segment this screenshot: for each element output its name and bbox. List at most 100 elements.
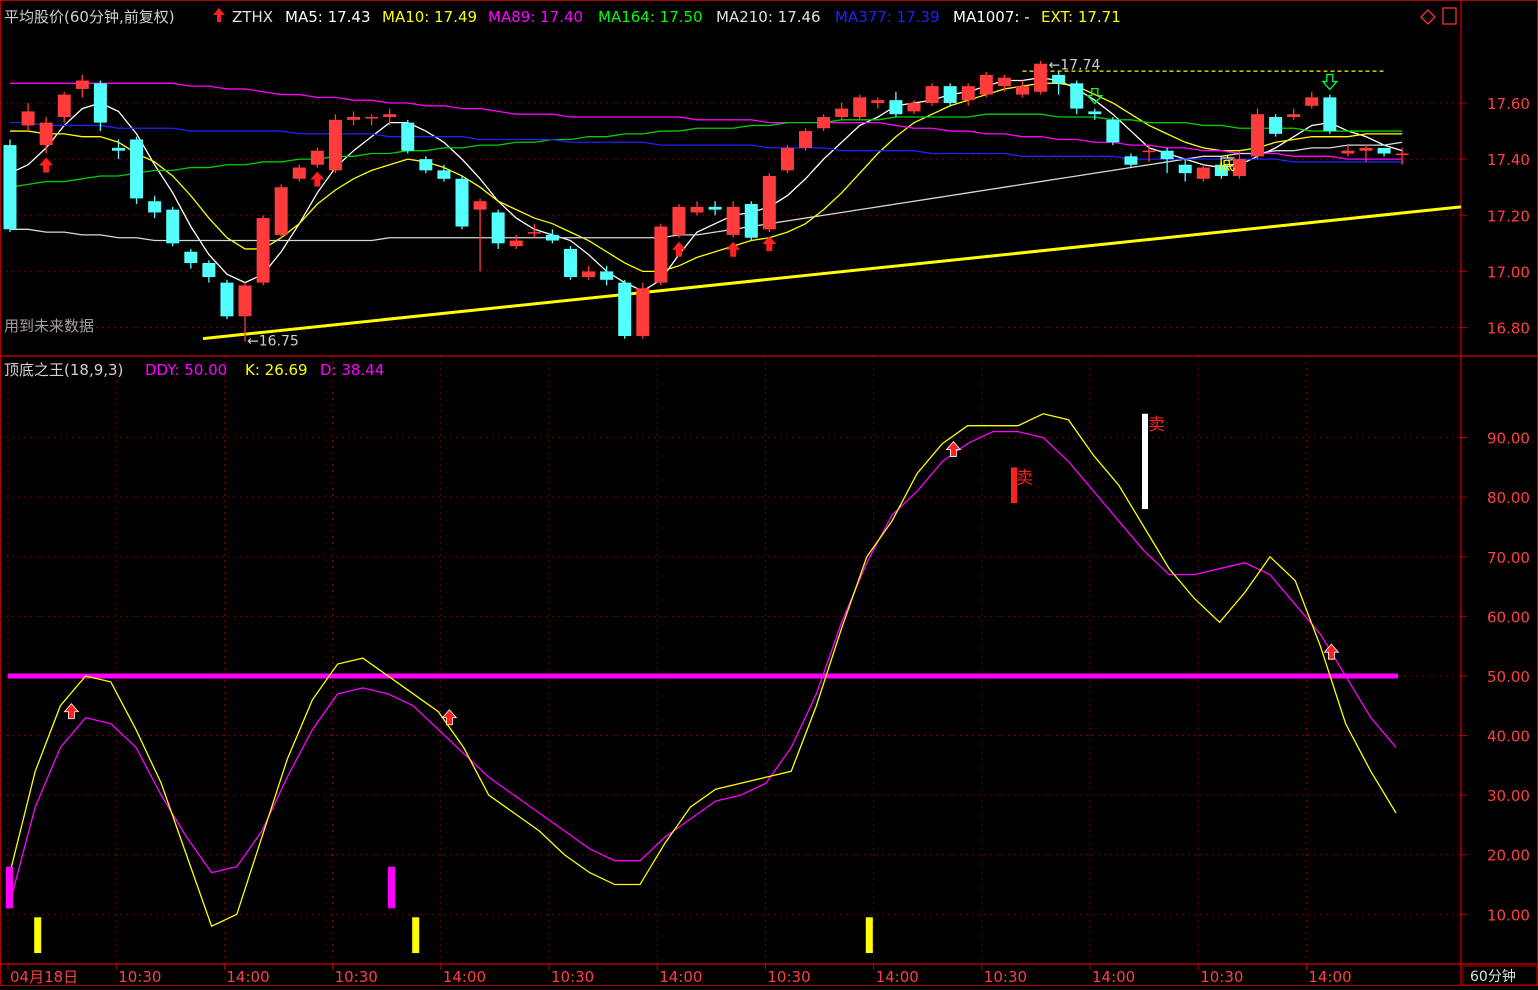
x-tick-label: 14:00 bbox=[226, 968, 269, 986]
x-tick-label: 14:00 bbox=[443, 968, 486, 986]
sub-y-tick-label: 70.00 bbox=[1487, 549, 1530, 567]
ma210-value: MA210: 17.46 bbox=[716, 8, 821, 26]
x-tick-label: 14:00 bbox=[1092, 968, 1135, 986]
candle-body bbox=[1196, 167, 1210, 179]
candle-body bbox=[527, 232, 541, 234]
candle-body bbox=[21, 111, 35, 126]
sub-y-tick-label: 50.00 bbox=[1487, 668, 1530, 686]
candle-body bbox=[563, 248, 577, 278]
candle-body bbox=[365, 117, 379, 119]
candle-body bbox=[491, 212, 505, 244]
ma1007-value: MA1007: - bbox=[953, 8, 1030, 26]
candle-body bbox=[1287, 114, 1301, 118]
candle-body bbox=[1269, 117, 1283, 134]
ma10-value: MA10: 17.49 bbox=[382, 8, 477, 26]
sub-y-tick-label: 40.00 bbox=[1487, 728, 1530, 746]
candle-body bbox=[943, 86, 957, 103]
candle-body bbox=[744, 204, 758, 238]
yellow-signal-bar bbox=[34, 917, 42, 954]
candle-body bbox=[292, 167, 306, 179]
candle-body bbox=[1341, 150, 1355, 154]
x-tick-label: 14:00 bbox=[876, 968, 919, 986]
candle-body bbox=[93, 83, 107, 123]
candle-body bbox=[274, 187, 288, 235]
future-data-note: 用到未来数据 bbox=[4, 317, 94, 335]
main-y-tick-label: 16.80 bbox=[1487, 320, 1530, 338]
candle-body bbox=[636, 288, 650, 336]
candle-body bbox=[111, 147, 125, 151]
yellow-signal-bar bbox=[412, 917, 420, 954]
indicator-title: 顶底之王(18,9,3) bbox=[4, 361, 123, 379]
bottom-marker-label: 底 bbox=[1218, 155, 1235, 175]
candle-body bbox=[1070, 83, 1084, 109]
d-value: D: 38.44 bbox=[320, 361, 384, 379]
sub-y-tick-label: 60.00 bbox=[1487, 608, 1530, 626]
candle-body bbox=[1359, 147, 1373, 151]
candle-body bbox=[708, 206, 722, 210]
ext-value: EXT: 17.71 bbox=[1041, 8, 1121, 26]
x-tick-label: 10:30 bbox=[118, 968, 161, 986]
candle-body bbox=[1034, 63, 1048, 92]
candle-body bbox=[545, 234, 559, 241]
candle-body bbox=[57, 94, 71, 118]
candle-body bbox=[582, 271, 596, 278]
ma377-value: MA377: 17.39 bbox=[835, 8, 940, 26]
x-tick-label: 10:30 bbox=[335, 968, 378, 986]
candle-body bbox=[419, 159, 433, 171]
sell-label: 卖 bbox=[1148, 415, 1165, 435]
period-label[interactable]: 60分钟 bbox=[1470, 968, 1516, 985]
candle-body bbox=[166, 209, 180, 244]
magenta-signal-bar bbox=[6, 866, 13, 909]
k-value: K: 26.69 bbox=[245, 361, 308, 379]
candle-body bbox=[961, 86, 975, 101]
candle-body bbox=[1142, 150, 1156, 153]
x-tick-label: 10:30 bbox=[984, 968, 1027, 986]
candle-body bbox=[690, 206, 704, 213]
candle-body bbox=[328, 119, 342, 171]
main-y-tick-label: 17.00 bbox=[1487, 263, 1530, 281]
x-tick-label: 14:00 bbox=[1308, 968, 1351, 986]
candle-body bbox=[907, 102, 921, 112]
sub-y-tick-label: 80.00 bbox=[1487, 489, 1530, 507]
candle-body bbox=[1323, 97, 1337, 132]
candle-body bbox=[762, 175, 776, 230]
candle-body bbox=[1305, 97, 1319, 106]
sub-header: 顶底之王(18,9,3) DDY: 50.00 K: 26.69 D: 38.4… bbox=[4, 361, 384, 379]
ma164-value: MA164: 17.50 bbox=[598, 8, 703, 26]
main-y-tick-label: 17.60 bbox=[1487, 95, 1530, 113]
candle-body bbox=[835, 108, 849, 118]
main-title: 平均股价(60分钟,前复权) bbox=[4, 8, 175, 26]
candle-body bbox=[672, 206, 686, 235]
candle-body bbox=[654, 226, 668, 283]
candle-body bbox=[817, 117, 831, 129]
candle-body bbox=[871, 100, 885, 103]
candle-body bbox=[256, 218, 270, 283]
main-y-tick-label: 17.40 bbox=[1487, 151, 1530, 169]
candle-body bbox=[799, 131, 813, 148]
x-tick-label: 10:30 bbox=[1200, 968, 1243, 986]
candle-body bbox=[148, 201, 162, 213]
candle-body bbox=[853, 97, 867, 118]
candle-body bbox=[310, 150, 324, 165]
candle-body bbox=[1377, 147, 1391, 154]
magenta-signal-bar bbox=[388, 866, 395, 909]
candle-body bbox=[1052, 74, 1066, 84]
ma5-value: MA5: 17.43 bbox=[285, 8, 371, 26]
sub-y-tick-label: 90.00 bbox=[1487, 430, 1530, 448]
sub-y-tick-label: 30.00 bbox=[1487, 787, 1530, 805]
zthx-label: ZTHX bbox=[232, 8, 273, 26]
candle-body bbox=[39, 122, 53, 146]
x-tick-label: 04月18日 bbox=[10, 968, 78, 986]
high-price-label: ←17.74 bbox=[1049, 58, 1101, 74]
candle-body bbox=[780, 147, 794, 171]
candle-body bbox=[726, 206, 740, 235]
candle-body bbox=[130, 139, 144, 199]
x-tick-label: 10:30 bbox=[767, 968, 810, 986]
candle-body bbox=[600, 271, 614, 280]
candle-body bbox=[220, 282, 234, 317]
low-price-label: ←16.75 bbox=[247, 334, 299, 350]
candle-body bbox=[1106, 119, 1120, 143]
candle-body bbox=[1015, 86, 1029, 95]
x-tick-label: 14:00 bbox=[659, 968, 702, 986]
sub-y-tick-label: 20.00 bbox=[1487, 847, 1530, 865]
